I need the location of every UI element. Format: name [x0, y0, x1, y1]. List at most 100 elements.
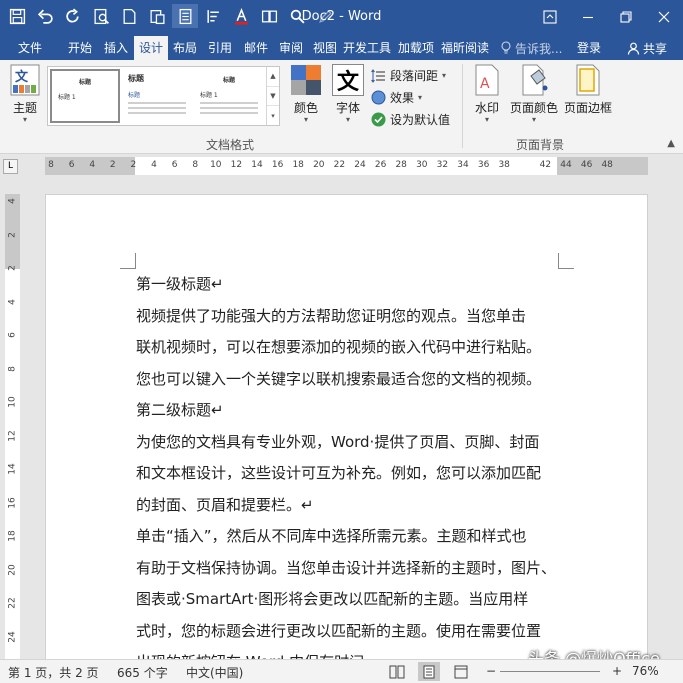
- page-borders-button[interactable]: 页面边框: [562, 64, 614, 116]
- paragraph-spacing-button[interactable]: 段落间距 ▾: [371, 67, 446, 84]
- find-icon[interactable]: [284, 4, 310, 28]
- style-set-thumbnail[interactable]: 标题 标题 1: [50, 69, 120, 123]
- tab-stop-selector[interactable]: L: [3, 159, 18, 174]
- ruler-number: 44: [560, 160, 572, 170]
- tab-foxit-reader[interactable]: 福昕阅读: [440, 36, 490, 60]
- ribbon-display-options-icon[interactable]: [531, 0, 569, 33]
- collapse-ribbon-icon[interactable]: ▲: [667, 138, 675, 149]
- colors-label: 颜色: [293, 101, 318, 115]
- vertical-ruler[interactable]: 4 2 2 4 6 8 10 12 14 16 18 20 22 24: [5, 194, 20, 659]
- colors-button[interactable]: 颜色 ▾: [286, 64, 326, 124]
- ruler-number: 18: [7, 530, 18, 542]
- edit-icon[interactable]: [312, 4, 338, 28]
- tab-home[interactable]: 开始: [62, 36, 98, 60]
- ruler-number: 42: [539, 160, 552, 170]
- document-line: 为使您的文档具有专业外观，Word·提供了页眉、页脚、封面: [136, 432, 540, 451]
- save-icon[interactable]: [4, 4, 30, 28]
- ruler-number: 2: [7, 265, 18, 271]
- tab-view[interactable]: 视图: [308, 36, 342, 60]
- chevron-down-icon: ▾: [22, 115, 27, 124]
- ruler-number: 22: [333, 160, 346, 170]
- paste-icon[interactable]: [144, 4, 170, 28]
- tab-addins[interactable]: 加载项: [394, 36, 438, 60]
- themes-label: 主题: [12, 101, 37, 115]
- share-label: 共享: [642, 41, 667, 56]
- ruler-number: 8: [48, 160, 54, 170]
- effects-button[interactable]: 效果 ▾: [371, 89, 422, 106]
- style-set-thumbnail[interactable]: 标题 标题 1: [194, 69, 264, 123]
- ruler-number: 20: [313, 160, 325, 170]
- print-layout-icon[interactable]: [418, 662, 440, 681]
- tab-mailings[interactable]: 邮件: [238, 36, 274, 60]
- zoom-in-icon[interactable]: +: [612, 664, 622, 678]
- page-view-icon[interactable]: [172, 4, 198, 28]
- undo-icon[interactable]: [32, 4, 58, 28]
- style-set-gallery: 标题 标题 1 标题 标题 标题 标题 1 ▲ ▼ ▾: [47, 66, 280, 126]
- title-bar: Doc2 - Word: [0, 0, 683, 33]
- new-document-icon[interactable]: [116, 4, 142, 28]
- word-count[interactable]: 665 个字: [117, 664, 168, 681]
- set-as-default-button[interactable]: 设为默认值: [371, 111, 450, 128]
- ruler-number: 12: [7, 429, 18, 442]
- page-borders-label: 页面边框: [563, 101, 612, 115]
- themes-button[interactable]: 文 主题 ▾: [6, 64, 44, 124]
- ruler-number: 36: [477, 160, 490, 170]
- fonts-button[interactable]: 文 字体 ▾: [328, 64, 368, 124]
- tab-design[interactable]: 设计: [134, 36, 168, 60]
- ruler-number: 14: [7, 463, 18, 475]
- scroll-up-icon[interactable]: ▲: [267, 67, 279, 87]
- ruler-number: 48: [601, 160, 613, 170]
- group-separator: [462, 64, 463, 148]
- chevron-down-icon: ▾: [484, 115, 489, 124]
- tab-layout[interactable]: 布局: [168, 36, 202, 60]
- ruler-number: 20: [7, 563, 18, 576]
- thumbnail-heading: 标题 1: [58, 94, 76, 101]
- zoom-out-icon[interactable]: −: [486, 664, 496, 678]
- ruler-number: 6: [68, 160, 75, 170]
- document-line: 第二级标题↵: [136, 401, 224, 419]
- page-count[interactable]: 第 1 页，共 2 页: [8, 664, 99, 681]
- ruler-number: 6: [7, 332, 18, 338]
- ruler-number: 4: [7, 298, 18, 305]
- language-indicator[interactable]: 中文(中国): [186, 664, 243, 681]
- tab-file[interactable]: 文件: [6, 36, 54, 60]
- minimize-icon[interactable]: [569, 0, 607, 33]
- restore-icon[interactable]: [607, 0, 645, 33]
- chevron-down-icon: ▾: [442, 70, 447, 80]
- tell-me-search[interactable]: 告诉我...: [500, 36, 562, 60]
- style-set-thumbnail[interactable]: 标题 标题: [122, 69, 192, 123]
- ruler-number: 24: [354, 160, 366, 170]
- print-preview-icon[interactable]: [88, 4, 114, 28]
- ruler-number: 22: [7, 597, 18, 609]
- align-icon[interactable]: [200, 4, 226, 28]
- redo-icon[interactable]: [60, 4, 86, 28]
- web-layout-icon[interactable]: [450, 662, 472, 681]
- zoom-level[interactable]: 76%: [632, 664, 659, 678]
- tab-insert[interactable]: 插入: [98, 36, 134, 60]
- document-page[interactable]: 第一级标题↵ 视频提供了功能强大的方法帮助您证明您的观点。当您单击 联机视频时，可以…: [45, 194, 648, 664]
- gallery-more-icon[interactable]: ▾: [267, 106, 279, 125]
- tab-developer[interactable]: 开发工具: [342, 36, 392, 60]
- reading-mode-icon[interactable]: [256, 4, 282, 28]
- horizontal-ruler[interactable]: 8 6 4 2 2 4 6 8 10 12 14 16 18 20 22 24 26 28 30 32 34 36 38 42…: [45, 157, 648, 175]
- page-color-button[interactable]: 页面颜色 ▾: [508, 64, 560, 124]
- read-mode-icon[interactable]: [386, 662, 408, 681]
- watermark-button[interactable]: A 水印 ▾: [468, 64, 506, 124]
- ruler-number: 10: [7, 396, 18, 408]
- login-link[interactable]: 登录: [577, 36, 601, 60]
- margin-corner-mark: [558, 253, 574, 269]
- lightbulb-icon: [501, 41, 511, 54]
- fonts-label: 字体: [335, 101, 360, 115]
- fonts-icon: 文: [332, 64, 364, 96]
- chevron-down-icon: ▾: [345, 115, 350, 124]
- ruler-number: 46: [580, 160, 593, 170]
- tab-references[interactable]: 引用: [202, 36, 238, 60]
- font-color-icon[interactable]: [228, 4, 254, 28]
- tab-review[interactable]: 审阅: [274, 36, 308, 60]
- scroll-down-icon[interactable]: ▼: [267, 87, 279, 107]
- person-icon: [627, 42, 640, 55]
- close-icon[interactable]: [645, 0, 683, 33]
- share-button[interactable]: 共享: [614, 36, 680, 60]
- zoom-slider[interactable]: [500, 671, 600, 672]
- watermark-label: 水印: [474, 101, 499, 115]
